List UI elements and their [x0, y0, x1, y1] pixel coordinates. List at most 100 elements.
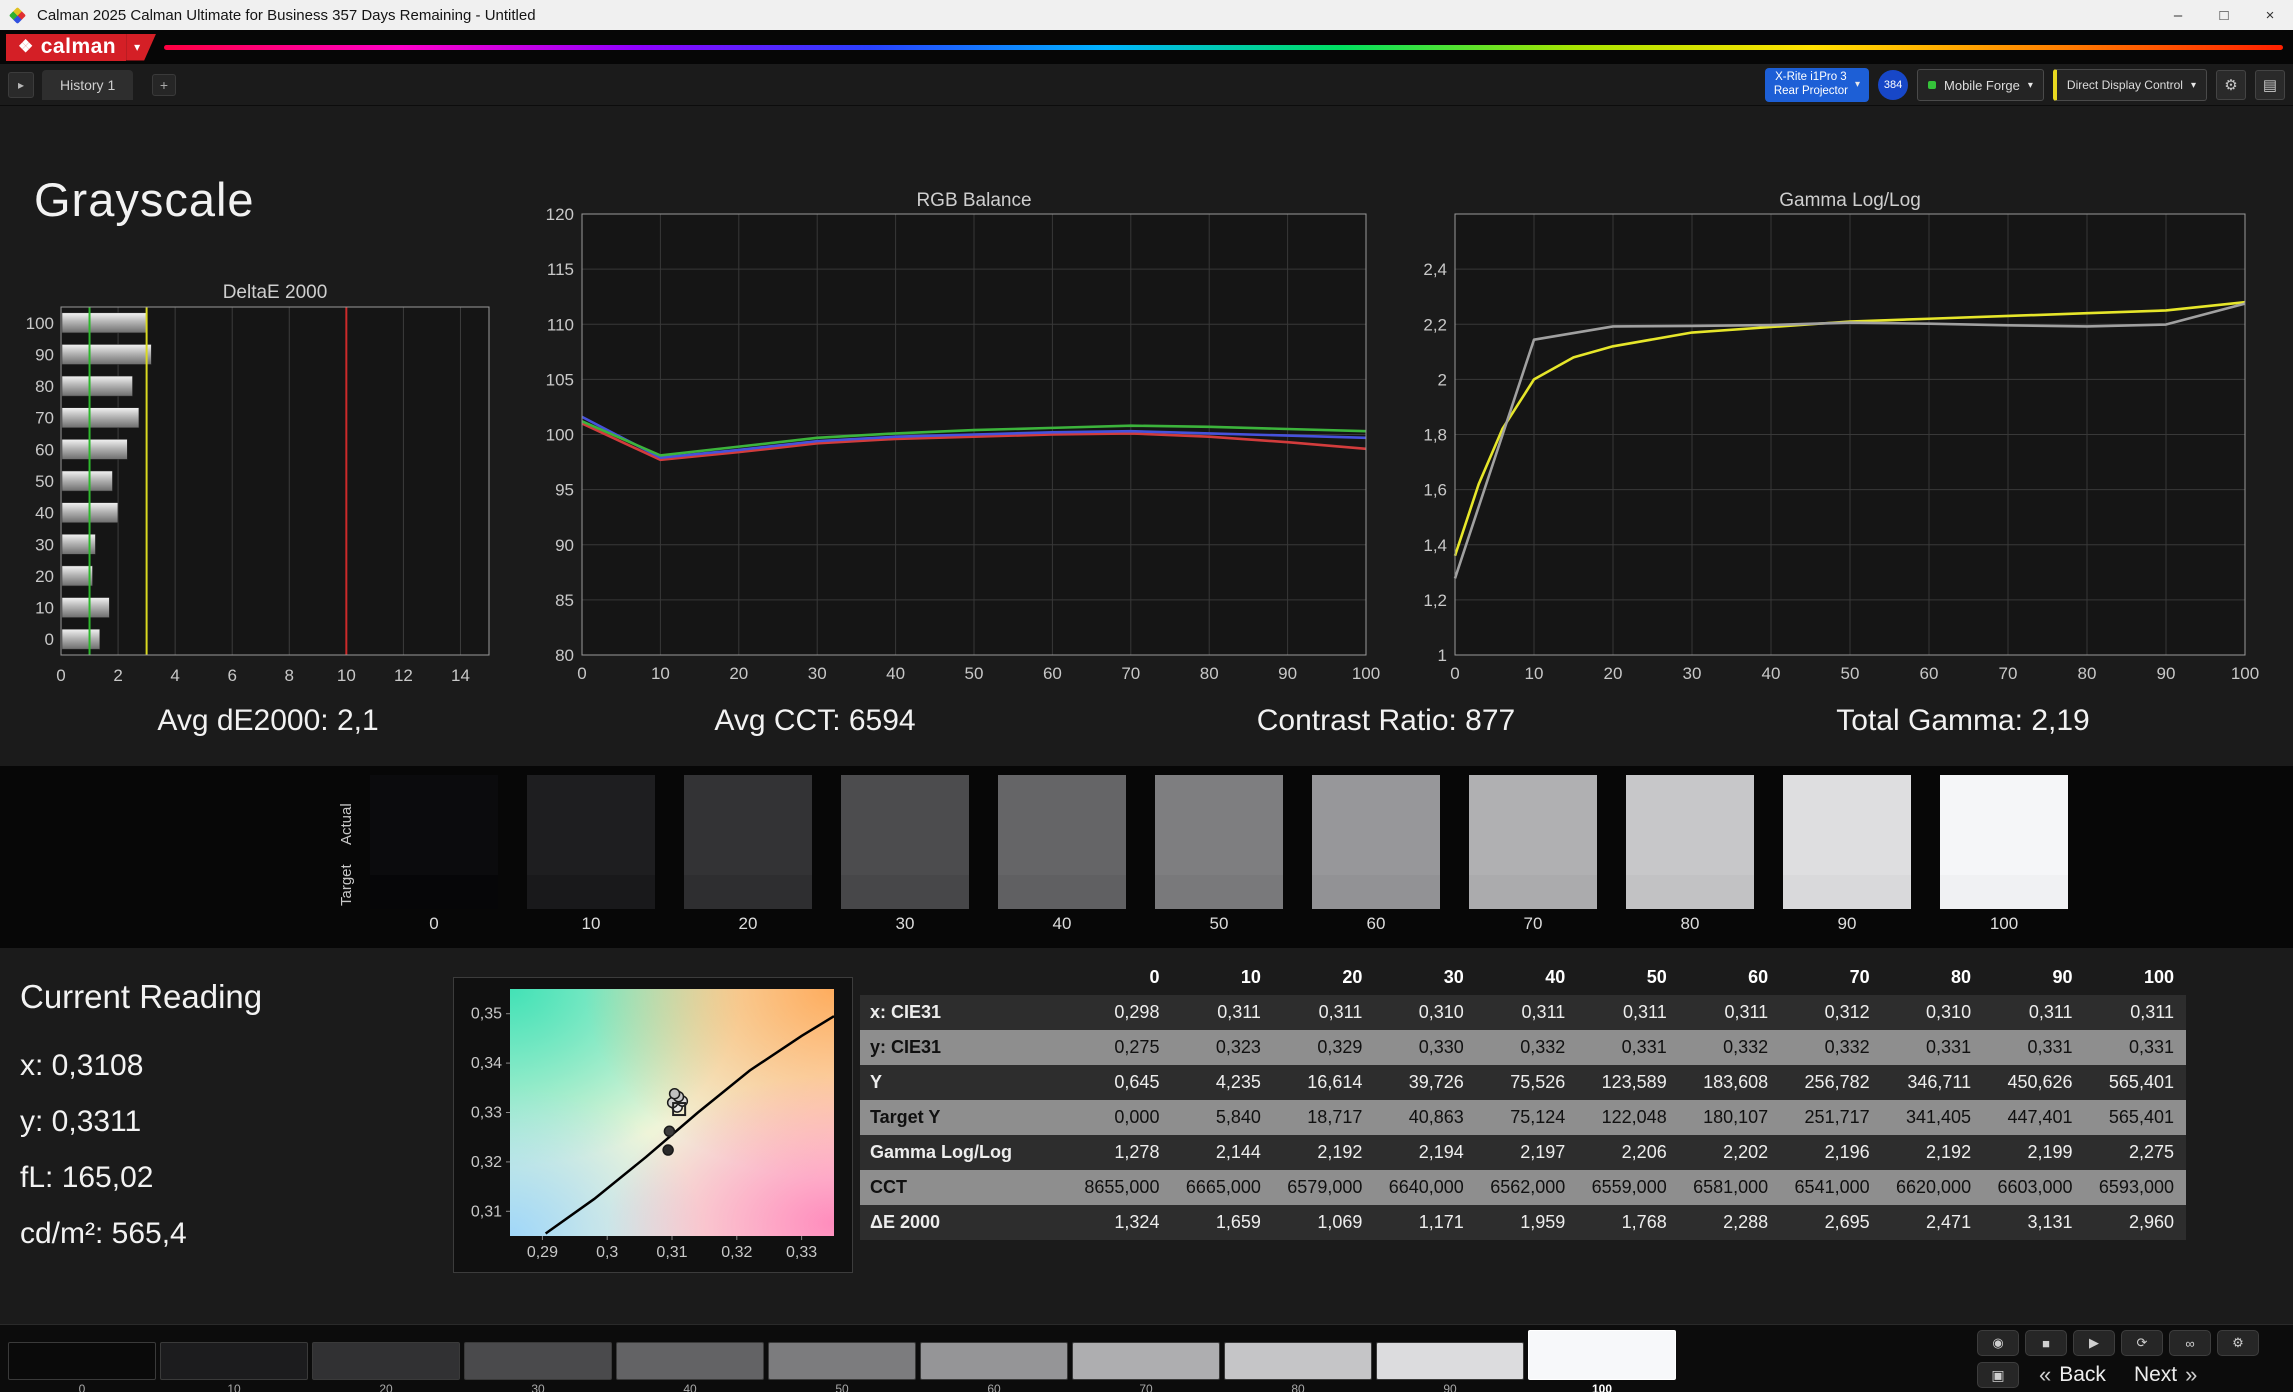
column-header: 20 [1342, 967, 1363, 987]
logo-menu-button[interactable]: ▾ [126, 34, 156, 61]
deltae-bar [61, 407, 140, 428]
pattern-patch-20[interactable]: 20 [312, 1342, 460, 1392]
table-value: 0,331 [1881, 1030, 1984, 1065]
pattern-patch-60[interactable]: 60 [920, 1342, 1068, 1392]
table-value: 6562,000 [1475, 1170, 1578, 1205]
patch-chip[interactable] [464, 1342, 612, 1380]
pattern-patch-40[interactable]: 40 [616, 1342, 764, 1392]
reading-y: y: 0,3311 [20, 1105, 142, 1138]
cie-scatter-chart: 0,35 0,34 0,33 0,32 0,31 0,29 0,3 0,31 0,32 0,33 [471, 1006, 835, 1261]
settings-icon[interactable]: ⚙ [2217, 1330, 2259, 1356]
table-value: 0,331 [1577, 1030, 1679, 1065]
axis-tick-label: 0 [1450, 664, 1459, 683]
column-header: 70 [1849, 967, 1870, 987]
maximize-button[interactable]: □ [2201, 0, 2247, 30]
swatch-actual-color [841, 775, 969, 875]
play-icon[interactable]: ▶ [2073, 1330, 2115, 1356]
pattern-source-button[interactable]: Mobile Forge ▾ [1917, 69, 2044, 101]
deltae-bar [61, 628, 101, 650]
calman-app-window: Calman 2025 Calman Ultimate for Business… [0, 0, 2293, 1392]
gray-swatch: 20 [684, 775, 812, 934]
patch-chip[interactable] [1528, 1330, 1676, 1380]
column-header: 50 [1646, 967, 1667, 987]
patch-chip[interactable] [768, 1342, 916, 1380]
axis-tick-label: 0 [45, 630, 54, 649]
calman-mark-icon: ❖ [18, 37, 34, 56]
test-pattern-patches: 0 10 20 30 40 50 60 70 80 90 100 [8, 1330, 1676, 1392]
table-value: 0,645 [1070, 1065, 1172, 1100]
gray-swatch: 30 [841, 775, 969, 934]
swatch-actual-color [370, 775, 498, 875]
pattern-patch-80[interactable]: 80 [1224, 1342, 1372, 1392]
display-control-button[interactable]: Direct Display Control ▾ [2052, 69, 2207, 101]
gear-icon[interactable]: ⚙ [2216, 70, 2246, 100]
patch-chip[interactable] [616, 1342, 764, 1380]
axis-tick-label: 105 [546, 370, 574, 389]
pattern-patch-90[interactable]: 90 [1376, 1342, 1524, 1392]
layout-panel-icon[interactable]: ▤ [2255, 70, 2285, 100]
axis-tick-label: 10 [1525, 664, 1544, 683]
swatch-level-label: 0 [429, 914, 439, 933]
pattern-patch-10[interactable]: 10 [160, 1342, 308, 1392]
pattern-patch-0[interactable]: 0 [8, 1342, 156, 1392]
axis-tick-label: 0,34 [471, 1055, 502, 1072]
table-value: 6541,000 [1780, 1170, 1882, 1205]
swatch-actual-color [684, 775, 812, 875]
patch-chip[interactable] [1224, 1342, 1372, 1380]
table-value: 75,124 [1475, 1100, 1578, 1135]
meter-connection-button[interactable]: X-Rite i1Pro 3 Rear Projector ▾ [1764, 68, 1870, 102]
pattern-patch-100[interactable]: 100 [1528, 1330, 1676, 1392]
back-button[interactable]: « Back [2031, 1360, 2114, 1390]
axis-tick-label: 1,2 [1423, 591, 1447, 610]
patch-chip[interactable] [312, 1342, 460, 1380]
minimize-button[interactable]: – [2155, 0, 2201, 30]
chevron-down-icon: ▾ [2027, 79, 2033, 91]
meter-count-badge[interactable]: 384 [1878, 70, 1909, 100]
swatch-level-label: 60 [1366, 914, 1386, 933]
pattern-patch-30[interactable]: 30 [464, 1342, 612, 1392]
add-tab-button[interactable]: + [152, 74, 176, 96]
pattern-patch-50[interactable]: 50 [768, 1342, 916, 1392]
table-value: 0,330 [1374, 1030, 1476, 1065]
table-value: 183,608 [1678, 1065, 1781, 1100]
tab-history-1[interactable]: History 1 [42, 70, 134, 100]
gamma-line-chart: 1 1,2 1,4 1,6 1,8 2 2,2 2,4 0 10 20 30 40 50 60 70 80 90 1… [1423, 213, 2259, 683]
axis-tick-label: 0,32 [721, 1244, 752, 1261]
patch-chip[interactable] [1376, 1342, 1524, 1380]
axis-tick-label: 90 [1278, 664, 1297, 683]
patch-chip[interactable] [1072, 1342, 1220, 1380]
axis-tick-label: 90 [2157, 664, 2176, 683]
table-value: 1,069 [1272, 1205, 1375, 1240]
collapse-panel-button[interactable]: ▸ [8, 72, 34, 98]
column-header: 30 [1443, 967, 1464, 987]
next-button[interactable]: Next » [2126, 1360, 2205, 1390]
axis-tick-label: 0,3 [596, 1244, 618, 1261]
axis-tick-label: 0,33 [786, 1244, 817, 1261]
chevron-down-icon: ▾ [1854, 79, 1861, 90]
pattern-patch-70[interactable]: 70 [1072, 1342, 1220, 1392]
patch-label: 50 [835, 1382, 849, 1392]
next-label: Next [2133, 1363, 2178, 1386]
stop-icon[interactable]: ■ [2025, 1330, 2067, 1356]
table-value: 0,323 [1171, 1030, 1273, 1065]
table-value: 2,192 [1881, 1135, 1984, 1170]
patch-label: 10 [227, 1382, 241, 1392]
patch-chip[interactable] [8, 1342, 156, 1380]
patch-label: 70 [1139, 1382, 1153, 1392]
table-value: 180,107 [1678, 1100, 1781, 1135]
axis-tick-label: 110 [547, 315, 574, 334]
continuous-icon[interactable]: ∞ [2169, 1330, 2211, 1356]
table-value: 5,840 [1171, 1100, 1273, 1135]
axis-tick-label: 85 [555, 591, 574, 610]
axis-tick-label: 60 [1920, 664, 1939, 683]
patch-chip[interactable] [920, 1342, 1068, 1380]
table-value: 0,329 [1272, 1030, 1375, 1065]
calman-logo[interactable]: ❖ calman [6, 33, 127, 61]
patch-chip[interactable] [160, 1342, 308, 1380]
pattern-window-icon[interactable]: ▣ [1977, 1362, 2019, 1388]
rainbow-strip [164, 44, 2283, 50]
close-button[interactable]: × [2247, 0, 2293, 30]
repeat-icon[interactable]: ⟳ [2121, 1330, 2163, 1356]
swatch-actual-color [1312, 775, 1440, 875]
capture-icon[interactable]: ◉ [1977, 1330, 2019, 1356]
